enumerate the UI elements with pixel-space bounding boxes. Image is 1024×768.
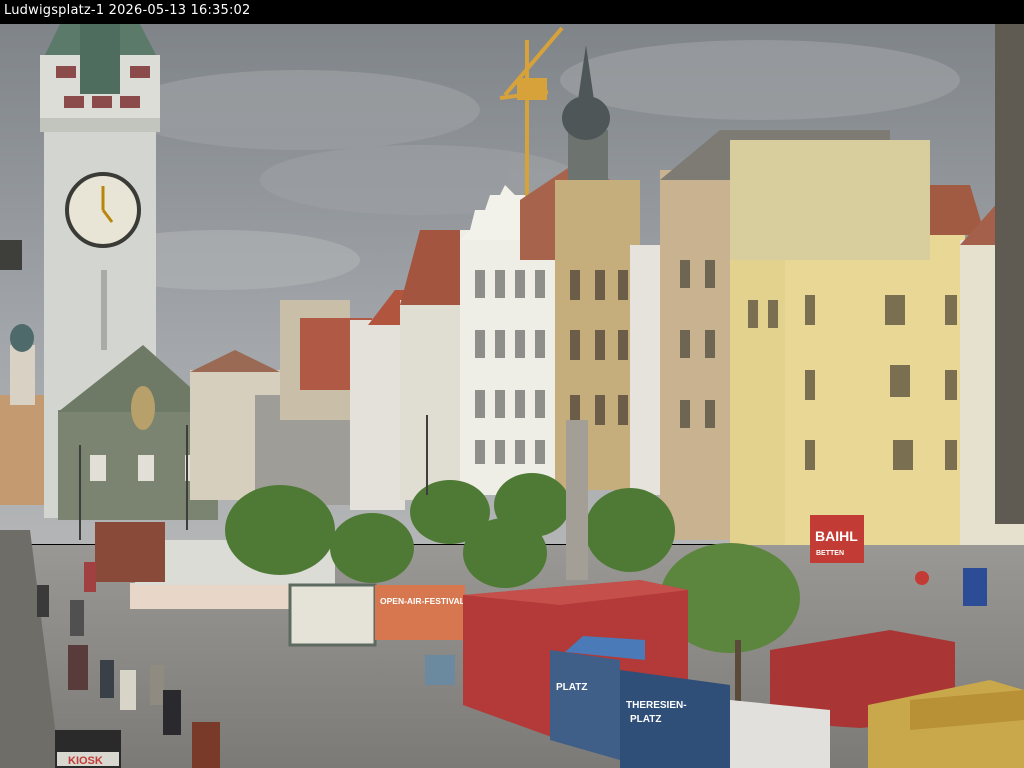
street-sign — [915, 571, 929, 585]
onion-tower — [10, 345, 35, 405]
blue-board-left-text: PLATZ — [556, 682, 587, 693]
brand-sign-text: BAIHL — [815, 528, 858, 544]
caption-bar: Ludwigsplatz-1 2026-05-13 16:35:02 — [0, 0, 1024, 24]
brand-sign: BAIHL BETTEN — [810, 515, 864, 563]
kiosk-text: KIOSK — [68, 755, 103, 767]
barrier-fence — [130, 583, 290, 609]
blue-board: THERESIEN- PLATZ — [620, 670, 730, 768]
white-board — [730, 700, 830, 768]
blue-board-right-text-1: THERESIEN- — [626, 700, 687, 711]
camera-caption: Ludwigsplatz-1 2026-05-13 16:35:02 — [4, 3, 251, 18]
distant-building — [0, 395, 50, 505]
webcam-frame: Ludwigsplatz-1 2026-05-13 16:35:02 OPEN-… — [0, 0, 1024, 768]
festival-banner: OPEN-AIR-FESTIVAL — [375, 585, 465, 640]
brand-sign-subtext: BETTEN — [816, 550, 844, 557]
info-board — [288, 583, 377, 647]
statue-column — [566, 420, 588, 580]
yellow-building — [730, 140, 985, 560]
festival-banner-text: OPEN-AIR-FESTIVAL — [380, 596, 465, 606]
stall — [95, 522, 165, 582]
kiosk-sign: KIOSK — [55, 730, 121, 768]
street-scene: OPEN-AIR-FESTIVAL PLATZ THERESIEN- PLATZ — [0, 24, 1024, 768]
street-lamp-head — [0, 240, 22, 270]
parking-sign — [963, 568, 987, 606]
onion-dome — [10, 324, 34, 352]
blue-board-right-text-2: PLATZ — [630, 714, 661, 725]
